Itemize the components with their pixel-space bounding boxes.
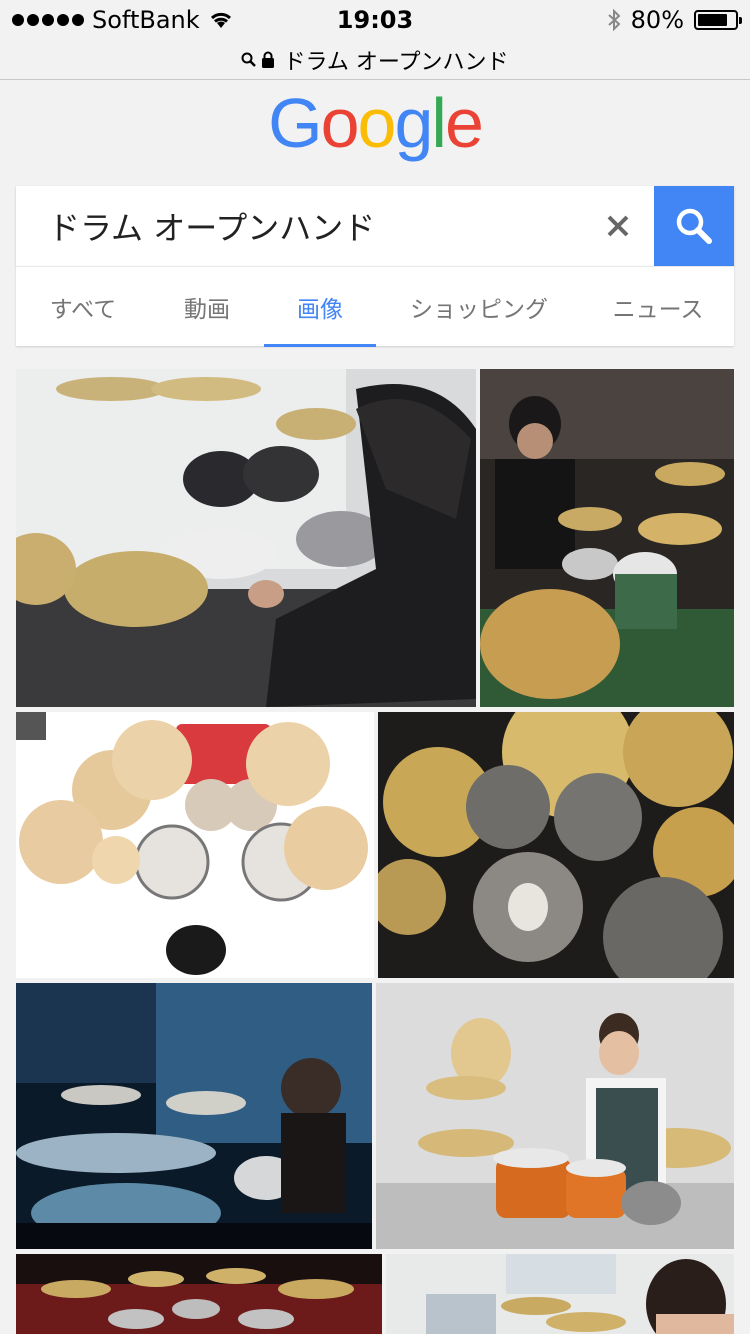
drummer-photo (480, 369, 734, 707)
search-button[interactable] (654, 186, 734, 266)
drum-kit-photo (378, 712, 734, 978)
tab-label: ニュース (612, 296, 704, 323)
image-result[interactable] (16, 369, 476, 707)
tab-label: 動画 (184, 296, 230, 323)
search-input[interactable] (16, 185, 588, 267)
clear-search-button[interactable] (588, 186, 648, 266)
tab-videos[interactable]: 動画 (150, 267, 264, 347)
search-tabs: すべて 動画 画像 ショッピング ニュース (16, 266, 734, 347)
search-small-icon (241, 52, 257, 67)
tab-label: 画像 (297, 296, 343, 323)
image-result[interactable] (480, 369, 734, 707)
image-result[interactable] (386, 1254, 734, 1334)
drum-kit-stage-photo (16, 1254, 382, 1334)
signal-strength-icon (12, 14, 84, 26)
tab-all[interactable]: すべて (16, 267, 150, 347)
image-result[interactable] (16, 1254, 382, 1334)
tab-label: ショッピング (410, 296, 548, 323)
drum-kit-product-photo (16, 712, 374, 978)
logo-letter: g (394, 84, 433, 162)
tab-label: すべて (49, 296, 117, 323)
url-title: ドラム オープンハンド (283, 49, 509, 75)
tab-shopping[interactable]: ショッピング (376, 267, 582, 347)
logo-letter: e (444, 84, 484, 162)
search-box (16, 185, 734, 267)
logo-letter: o (357, 84, 397, 162)
image-result[interactable] (376, 983, 734, 1249)
drummer-photo (386, 1254, 734, 1334)
image-result[interactable] (16, 983, 372, 1249)
logo-letter: l (431, 84, 447, 162)
logo-letter: o (320, 84, 360, 162)
battery-icon (694, 10, 742, 30)
google-logo[interactable]: G o o g l e (0, 84, 750, 162)
wifi-icon (210, 12, 231, 28)
status-bar: SoftBank 19:03 80% (0, 0, 750, 40)
logo-letter: G (268, 84, 322, 162)
url-bar[interactable]: ドラム オープンハンド (0, 40, 750, 80)
battery-percent: 80% (630, 6, 684, 34)
image-result[interactable] (378, 712, 734, 978)
carrier-name: SoftBank (92, 6, 200, 34)
tab-news[interactable]: ニュース (582, 267, 734, 347)
drummer-stage-photo (16, 983, 372, 1249)
drummer-photo (16, 369, 476, 707)
search-icon (676, 208, 712, 244)
drummer-orange-kit-photo (376, 983, 734, 1249)
tab-images[interactable]: 画像 (264, 267, 376, 347)
lock-icon (262, 51, 275, 68)
image-result[interactable] (16, 712, 374, 978)
bluetooth-icon (607, 9, 621, 31)
close-icon (607, 215, 629, 237)
